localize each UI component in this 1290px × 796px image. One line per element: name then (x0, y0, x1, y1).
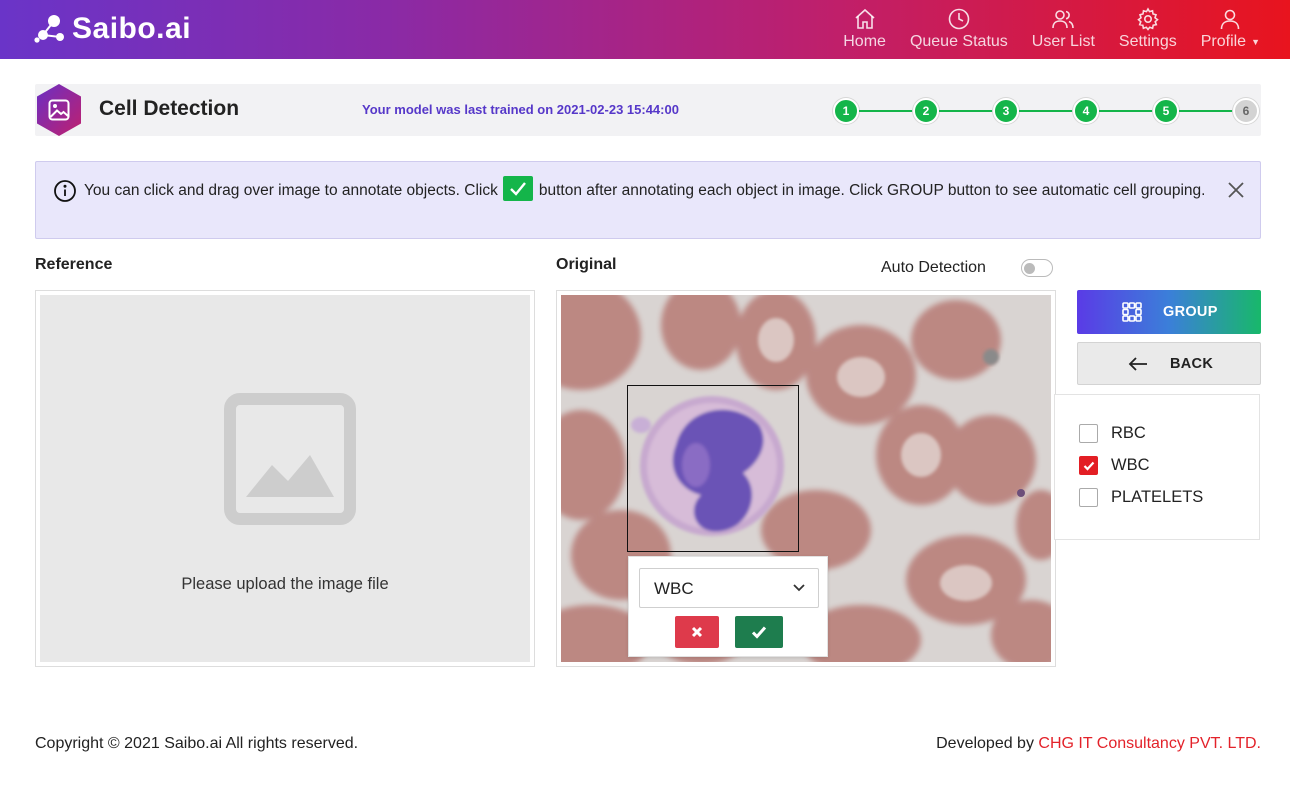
gear-icon (1137, 7, 1159, 31)
nav-profile-label: Profile ▼ (1201, 33, 1260, 51)
check-icon (751, 626, 767, 639)
step-connector (939, 110, 993, 112)
grid-network-icon (1122, 302, 1142, 322)
users-icon (1052, 10, 1075, 29)
annotation-popup: WBC (628, 556, 828, 657)
arrow-left-icon (1128, 357, 1147, 371)
back-button-label: BACK (1170, 356, 1214, 372)
step-connector (1099, 110, 1153, 112)
wbc-checkbox[interactable] (1079, 455, 1098, 475)
footer-developed-prefix: Developed by (936, 735, 1039, 752)
model-trained-status: Your model was last trained on 2021-02-2… (362, 102, 679, 117)
group-button[interactable]: GROUP (1077, 290, 1261, 334)
nav-settings[interactable]: Settings (1119, 7, 1177, 51)
platelets-checkbox[interactable] (1079, 487, 1098, 507)
nav-queue-status-label: Queue Status (909, 33, 1008, 50)
top-navbar: Saibo.ai Home Queue Status User List Set… (0, 0, 1290, 59)
brand-logo[interactable]: Saibo.ai (34, 11, 191, 47)
step-connector (859, 110, 913, 112)
class-filter-panel: RBC WBC PLATELETS (1054, 394, 1260, 540)
brand-name: Saibo.ai (72, 12, 192, 45)
upload-placeholder-text: Please upload the image file (181, 575, 389, 593)
nav-profile-text: Profile (1200, 33, 1247, 50)
banner-text-before: You can click and drag over image to ann… (84, 182, 498, 199)
reference-panel: Please upload the image file (35, 290, 535, 667)
rbc-label: RBC (1111, 423, 1146, 442)
wbc-label: WBC (1111, 455, 1150, 474)
close-icon[interactable] (1226, 180, 1246, 200)
clock-icon (948, 8, 970, 30)
nav-user-list[interactable]: User List (1032, 7, 1095, 51)
auto-detection-label: Auto Detection (881, 259, 986, 276)
check-icon (510, 182, 526, 196)
image-hexagon-icon (37, 84, 81, 136)
nav-home-label: Home (843, 33, 886, 50)
developer-link[interactable]: CHG IT Consultancy PVT. LTD. (1038, 735, 1261, 752)
class-select-value: WBC (654, 579, 694, 598)
auto-detection-toggle[interactable] (1021, 259, 1053, 277)
class-option-wbc[interactable]: WBC (1079, 454, 1150, 476)
page-title: Cell Detection (99, 97, 240, 120)
back-button[interactable]: BACK (1077, 342, 1261, 385)
step-1[interactable]: 1 (833, 98, 859, 124)
banner-message: You can click and drag over image to ann… (84, 176, 1224, 203)
chevron-down-icon (793, 584, 805, 592)
nav-queue-status[interactable]: Queue Status (910, 7, 1008, 51)
step-4[interactable]: 4 (1073, 98, 1099, 124)
main-nav: Home Queue Status User List Settings Pro… (819, 7, 1260, 51)
nav-settings-label: Settings (1118, 33, 1177, 50)
step-2[interactable]: 2 (913, 98, 939, 124)
check-icon (1083, 461, 1095, 471)
nav-user-list-label: User List (1031, 33, 1095, 50)
footer-developer: Developed by CHG IT Consultancy PVT. LTD… (936, 735, 1261, 753)
user-icon (1221, 9, 1240, 30)
nav-home[interactable]: Home (843, 7, 886, 51)
step-connector (1179, 110, 1233, 112)
banner-text-after: button after annotating each object in i… (538, 182, 1206, 199)
step-6[interactable]: 6 (1233, 98, 1259, 124)
progress-stepper: 1 2 3 4 5 6 (833, 97, 1259, 125)
image-placeholder-icon (224, 393, 356, 525)
class-option-platelets[interactable]: PLATELETS (1079, 486, 1203, 508)
platelets-label: PLATELETS (1111, 487, 1204, 506)
info-banner: You can click and drag over image to ann… (35, 161, 1261, 239)
reference-label: Reference (35, 256, 113, 273)
info-icon (54, 180, 76, 202)
home-icon (855, 8, 875, 29)
class-select[interactable]: WBC (639, 568, 819, 608)
caret-down-icon: ▼ (1251, 36, 1260, 47)
toggle-knob (1024, 263, 1035, 274)
logo-icon (34, 15, 64, 43)
footer-copyright: Copyright © 2021 Saibo.ai All rights res… (35, 735, 359, 752)
nav-profile[interactable]: Profile ▼ (1201, 7, 1260, 51)
step-5[interactable]: 5 (1153, 98, 1179, 124)
rbc-checkbox[interactable] (1079, 423, 1098, 443)
original-label: Original (556, 256, 617, 273)
group-button-label: GROUP (1163, 304, 1218, 320)
check-button-sample (502, 176, 533, 201)
accept-annotation-button[interactable] (735, 616, 783, 648)
reject-annotation-button[interactable] (675, 616, 719, 648)
class-option-rbc[interactable]: RBC (1079, 422, 1146, 444)
step-connector (1019, 110, 1073, 112)
step-3[interactable]: 3 (993, 98, 1019, 124)
annotation-bounding-box[interactable] (627, 385, 799, 552)
cross-icon (691, 626, 703, 638)
reference-dropzone[interactable]: Please upload the image file (40, 295, 530, 662)
